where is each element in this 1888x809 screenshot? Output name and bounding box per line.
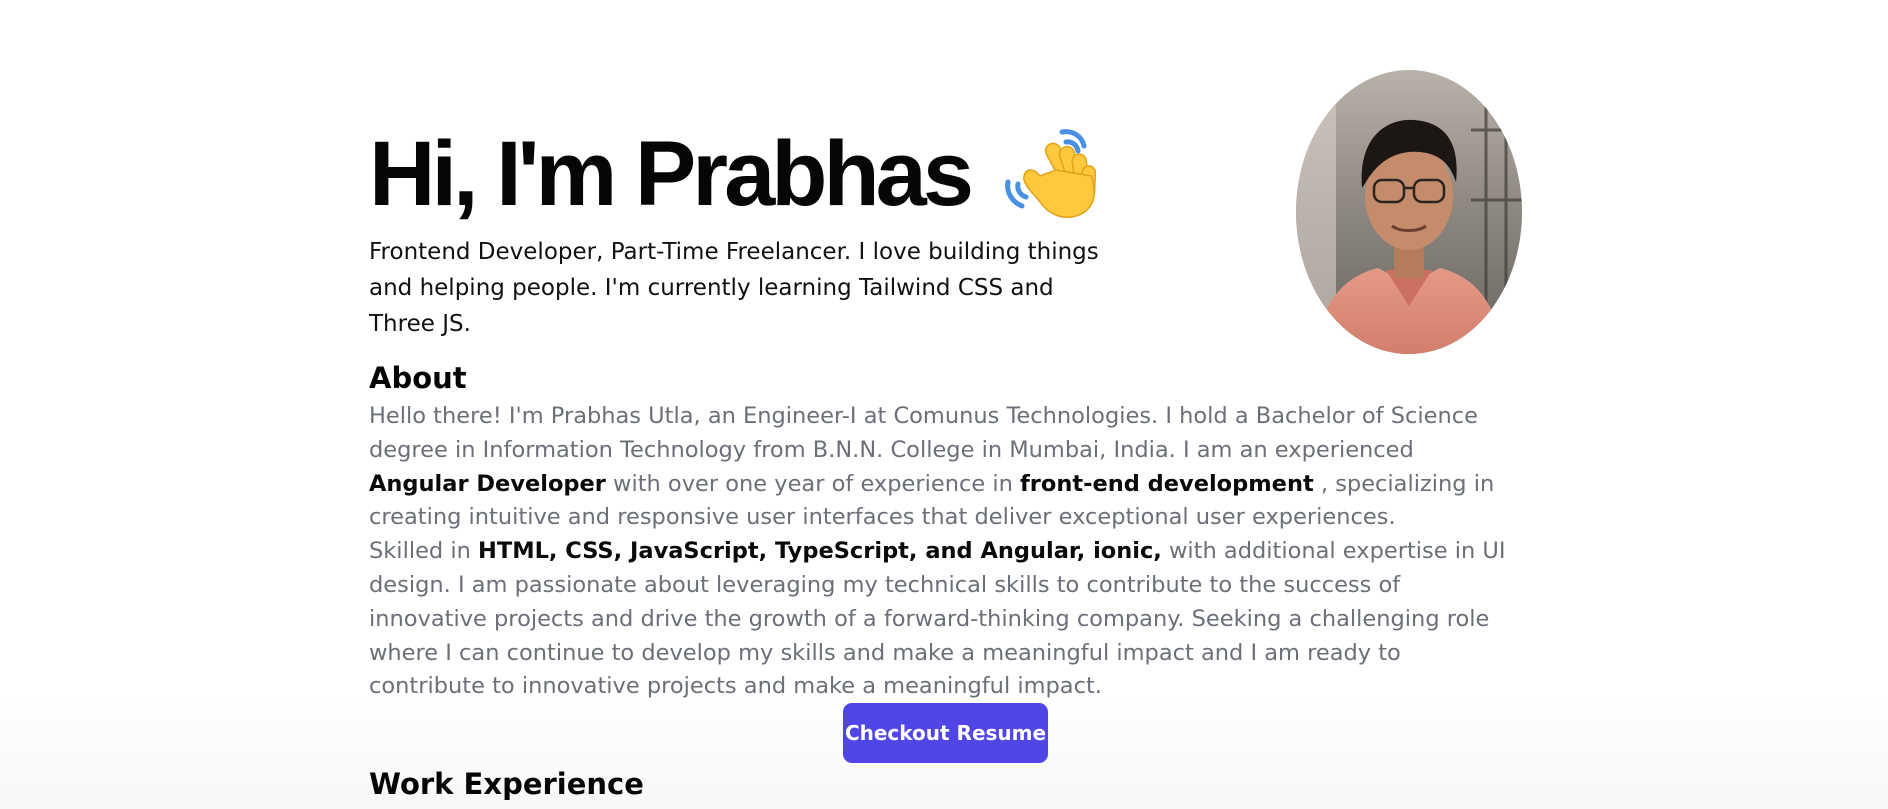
- waving-hand-icon: [1000, 124, 1110, 224]
- work-experience-heading: Work Experience: [369, 767, 644, 801]
- about-heading: About: [369, 361, 467, 395]
- profile-photo: [1296, 70, 1522, 354]
- about-paragraph-1: Hello there! I'm Prabhas Utla, an Engine…: [369, 400, 1509, 535]
- about-text: Skilled in: [369, 538, 479, 565]
- hero-subtitle: Frontend Developer, Part-Time Freelancer…: [369, 239, 1099, 337]
- hero-title-text: Hi, I'm Prabhas: [369, 123, 974, 225]
- checkout-resume-button[interactable]: Checkout Resume: [843, 703, 1048, 763]
- highlight-front-end-development: front-end development: [1020, 470, 1314, 497]
- portfolio-page: Hi, I'm Prabhas Frontend Developer, Part…: [0, 0, 1888, 809]
- about-section: About Hello there! I'm Prabhas Utla, an …: [369, 356, 1509, 704]
- about-text: Hello there! I'm Prabhas Utla, an Engine…: [369, 403, 1478, 463]
- hero-section: Hi, I'm Prabhas Frontend Developer, Part…: [369, 124, 1129, 342]
- hero-title: Hi, I'm Prabhas: [369, 124, 1129, 224]
- highlight-skills: HTML, CSS, JavaScript, TypeScript, and A…: [478, 538, 1162, 565]
- highlight-angular-developer: Angular Developer: [369, 470, 606, 497]
- about-paragraph-2: Skilled in HTML, CSS, JavaScript, TypeSc…: [369, 535, 1509, 704]
- about-text: with over one year of experience in: [605, 470, 1020, 497]
